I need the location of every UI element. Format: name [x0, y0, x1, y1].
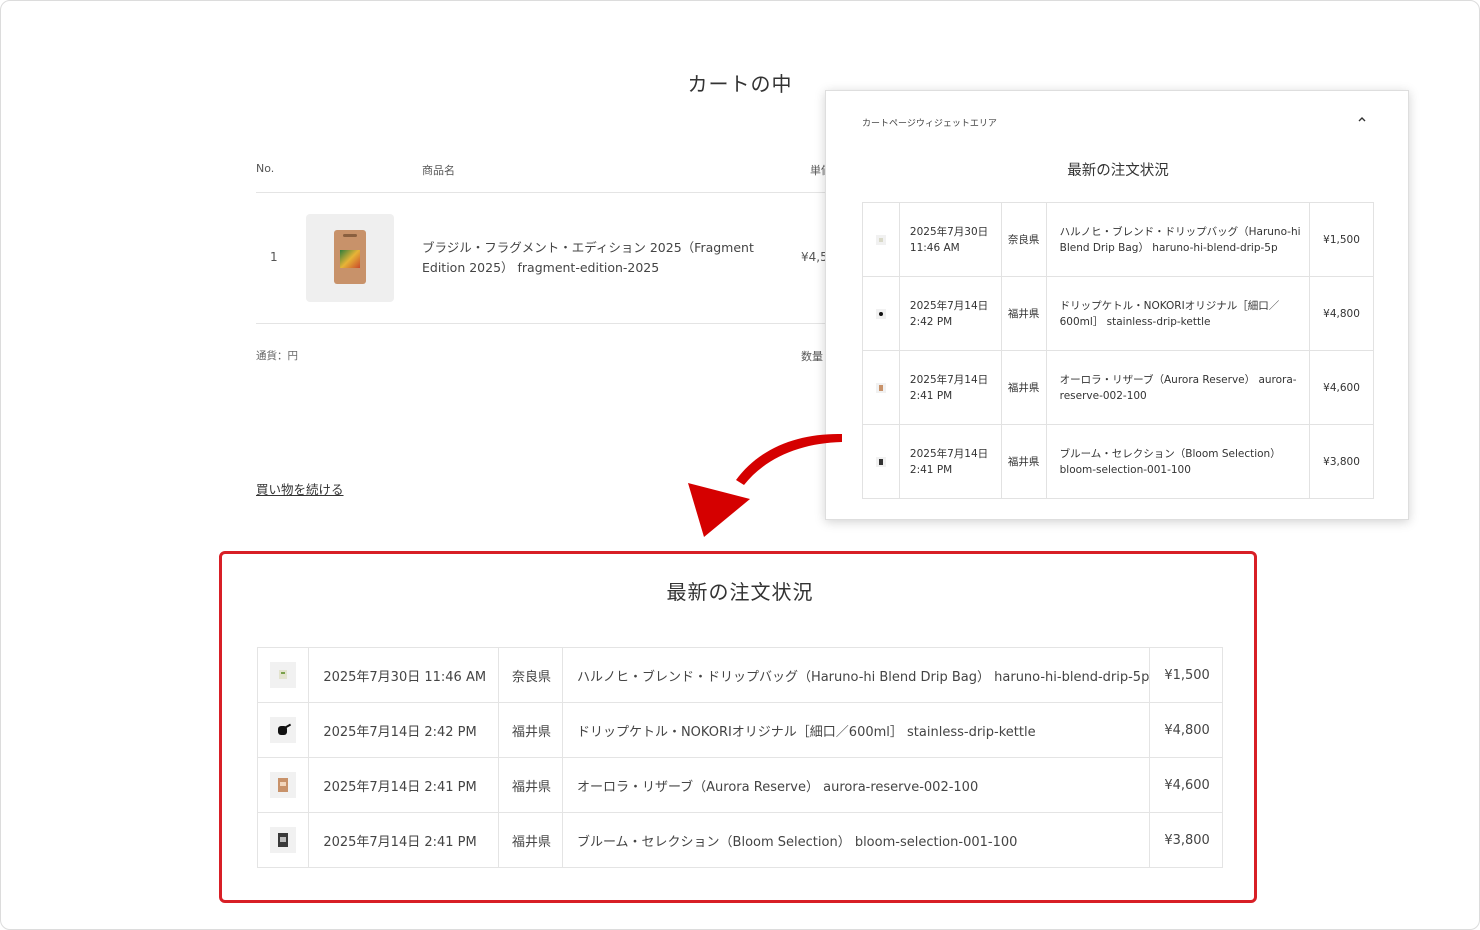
- order-product: ブルーム・セレクション（Bloom Selection） bloom-selec…: [561, 812, 1151, 868]
- order-price: ¥3,800: [1149, 812, 1223, 868]
- order-price: ¥4,600: [1149, 757, 1223, 813]
- table-row: 2025年7月30日 11:46 AM 奈良県 ハルノヒ・ブレンド・ドリップバッ…: [862, 202, 1374, 277]
- table-row: 2025年7月14日 2:41 PM 福井県 ブルーム・セレクション（Bloom…: [256, 812, 1223, 868]
- widget-area-label: カートページウィジェットエリア: [862, 119, 997, 129]
- cart-item-image[interactable]: [306, 214, 394, 302]
- widget-orders-table: 2025年7月30日 11:46 AM 奈良県 ハルノヒ・ブレンド・ドリップバッ…: [862, 202, 1374, 499]
- order-price: ¥3,800: [1309, 424, 1374, 499]
- divider: [256, 323, 836, 324]
- order-date: 2025年7月14日 2:41 PM: [898, 350, 1002, 425]
- dark-bag-thumbnail-icon: [875, 456, 886, 467]
- dark-bag-thumbnail-icon: [270, 827, 297, 853]
- divider: [256, 192, 836, 193]
- quantity-label: 数量: [801, 350, 823, 363]
- order-price: ¥4,600: [1309, 350, 1374, 425]
- order-price: ¥1,500: [1149, 647, 1223, 703]
- recent-orders-table: 2025年7月30日 11:46 AM 奈良県 ハルノヒ・ブレンド・ドリップバッ…: [256, 647, 1223, 868]
- cart-item-number: 1: [270, 250, 278, 264]
- order-prefecture: 福井県: [498, 702, 563, 758]
- order-prefecture: 福井県: [498, 757, 563, 813]
- order-date: 2025年7月14日 2:42 PM: [898, 276, 1002, 351]
- coffee-bag-icon: [334, 230, 366, 284]
- kettle-thumbnail-icon: [875, 308, 886, 319]
- currency-label: 通貨：円: [256, 350, 298, 362]
- coffee-bag-thumbnail-icon: [270, 772, 297, 798]
- widget-heading: 最新の注文状況: [1067, 163, 1169, 179]
- order-product: ハルノヒ・ブレンド・ドリップバッグ（Haruno-hi Blend Drip B…: [561, 647, 1151, 703]
- kettle-thumbnail-icon: [270, 717, 297, 743]
- order-product: オーロラ・リザーブ（Aurora Reserve） aurora-reserve…: [1045, 350, 1311, 425]
- drip-bag-thumbnail-icon: [875, 234, 886, 245]
- order-prefecture: 福井県: [1000, 424, 1047, 499]
- order-date: 2025年7月30日 11:46 AM: [898, 202, 1002, 277]
- order-product: ドリップケトル・NOKORIオリジナル［細口／600ml］ stainless-…: [561, 702, 1151, 758]
- order-prefecture: 福井県: [1000, 276, 1047, 351]
- order-price: ¥1,500: [1309, 202, 1374, 277]
- order-date: 2025年7月14日 2:41 PM: [308, 757, 500, 813]
- order-date: 2025年7月14日 2:42 PM: [308, 702, 500, 758]
- table-row: 2025年7月14日 2:41 PM 福井県 オーロラ・リザーブ（Aurora …: [256, 757, 1223, 813]
- order-prefecture: 奈良県: [1000, 202, 1047, 277]
- drip-bag-thumbnail-icon: [270, 662, 297, 688]
- cart-item-name[interactable]: ブラジル・フラグメント・エディション 2025（Fragment Edition…: [422, 238, 782, 278]
- order-product: ドリップケトル・NOKORIオリジナル［細口／600ml］ stainless-…: [1045, 276, 1311, 351]
- order-price: ¥4,800: [1309, 276, 1374, 351]
- column-header-product-name: 商品名: [422, 164, 455, 177]
- order-product: オーロラ・リザーブ（Aurora Reserve） aurora-reserve…: [561, 757, 1151, 813]
- coffee-bag-thumbnail-icon: [875, 382, 886, 393]
- table-row: 2025年7月14日 2:41 PM 福井県 オーロラ・リザーブ（Aurora …: [862, 350, 1374, 425]
- table-row: 2025年7月30日 11:46 AM 奈良県 ハルノヒ・ブレンド・ドリップバッ…: [256, 647, 1223, 703]
- order-product: ハルノヒ・ブレンド・ドリップバッグ（Haruno-hi Blend Drip B…: [1045, 202, 1311, 277]
- order-prefecture: 奈良県: [498, 647, 563, 703]
- order-date: 2025年7月14日 2:41 PM: [308, 812, 500, 868]
- recent-orders-heading: 最新の注文状況: [666, 580, 814, 604]
- order-date: 2025年7月30日 11:46 AM: [308, 647, 500, 703]
- order-prefecture: 福井県: [1000, 350, 1047, 425]
- chevron-up-icon[interactable]: [1357, 115, 1367, 126]
- order-price: ¥4,800: [1149, 702, 1223, 758]
- table-row: 2025年7月14日 2:42 PM 福井県 ドリップケトル・NOKORIオリジ…: [256, 702, 1223, 758]
- curved-arrow-icon: [688, 433, 842, 537]
- cart-widget-area-panel: カートページウィジェットエリア 最新の注文状況 2025年7月30日 11:46…: [825, 90, 1409, 520]
- table-row: 2025年7月14日 2:42 PM 福井県 ドリップケトル・NOKORIオリジ…: [862, 276, 1374, 351]
- order-prefecture: 福井県: [498, 812, 563, 868]
- table-row: 2025年7月14日 2:41 PM 福井県 ブルーム・セレクション（Bloom…: [862, 424, 1374, 499]
- order-product: ブルーム・セレクション（Bloom Selection） bloom-selec…: [1045, 424, 1311, 499]
- order-date: 2025年7月14日 2:41 PM: [898, 424, 1002, 499]
- continue-shopping-link[interactable]: 買い物を続ける: [256, 479, 344, 498]
- column-header-no: No.: [256, 162, 275, 175]
